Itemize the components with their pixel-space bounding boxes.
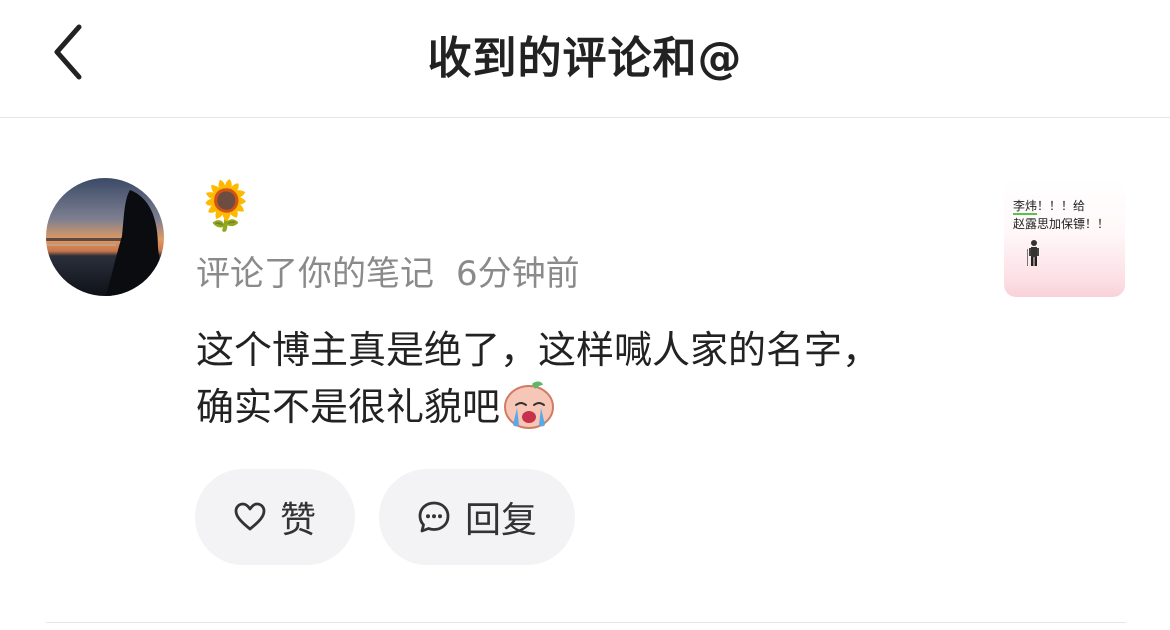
divider (46, 622, 1126, 623)
avatar[interactable] (46, 178, 164, 296)
note-thumbnail[interactable]: 李炜！！！给 赵露思加保镖！！ (1004, 177, 1125, 297)
action-text: 评论了你的笔记 (196, 254, 434, 294)
crying-face-sticker-icon (502, 378, 556, 430)
thumbnail-caption-line2: 赵露思加保镖！！ (1013, 217, 1110, 231)
comment-meta: 评论了你的笔记 6分钟前 (196, 252, 580, 296)
thumbnail-caption-line1: 李炜！！！给 (1013, 199, 1086, 215)
like-button[interactable]: 赞 (195, 469, 355, 565)
top-bar: 收到的评论和@ (0, 0, 1170, 118)
chat-bubble-icon (418, 501, 450, 533)
comment-text[interactable]: 这个博主真是绝了，这样喊人家的名字，确实不是很礼貌吧 (196, 322, 896, 435)
timestamp: 6分钟前 (456, 254, 580, 294)
reply-label: 回复 (464, 500, 537, 541)
like-label: 赞 (279, 500, 316, 541)
person-figure-icon (1027, 240, 1039, 266)
heart-icon (234, 502, 266, 531)
username[interactable]: 🌻 (196, 176, 256, 236)
page-title: 收到的评论和@ (427, 33, 743, 84)
reply-button[interactable]: 回复 (379, 469, 575, 565)
